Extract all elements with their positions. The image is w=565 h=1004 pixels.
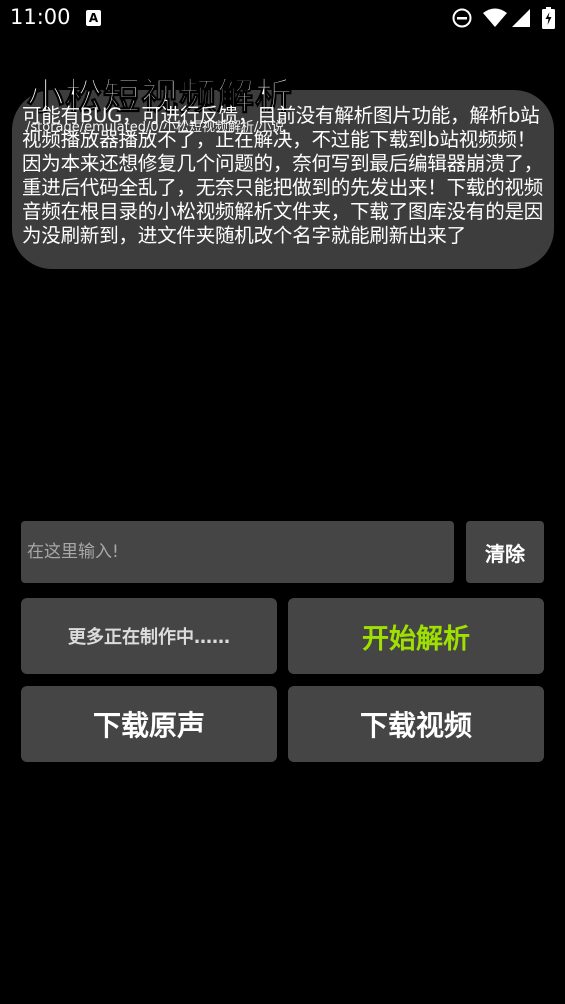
notice-text: 可能有BUG，可进行反馈，目前没有解析图片功能，解析b站视频播放器播放不了，正在… (22, 104, 544, 247)
wifi-icon (483, 8, 507, 27)
app-screen: 11:00 A 小松短视频解析 /storage/emulated/0/小松短视… (0, 0, 565, 1004)
start-parse-button[interactable]: 开始解析 (288, 598, 544, 674)
status-time: 11:00 (10, 5, 71, 29)
signal-icon (512, 9, 530, 27)
url-input[interactable] (21, 521, 454, 583)
download-audio-button[interactable]: 下载原声 (21, 686, 277, 762)
do-not-disturb-icon (452, 8, 472, 28)
url-input-container (21, 521, 454, 583)
a-icon: A (86, 10, 101, 26)
status-bar: 11:00 A (0, 0, 565, 38)
clear-button[interactable]: 清除 (466, 521, 544, 583)
battery-icon (542, 7, 555, 29)
download-video-button[interactable]: 下载视频 (288, 686, 544, 762)
more-features-button[interactable]: 更多正在制作中…… (21, 598, 277, 674)
